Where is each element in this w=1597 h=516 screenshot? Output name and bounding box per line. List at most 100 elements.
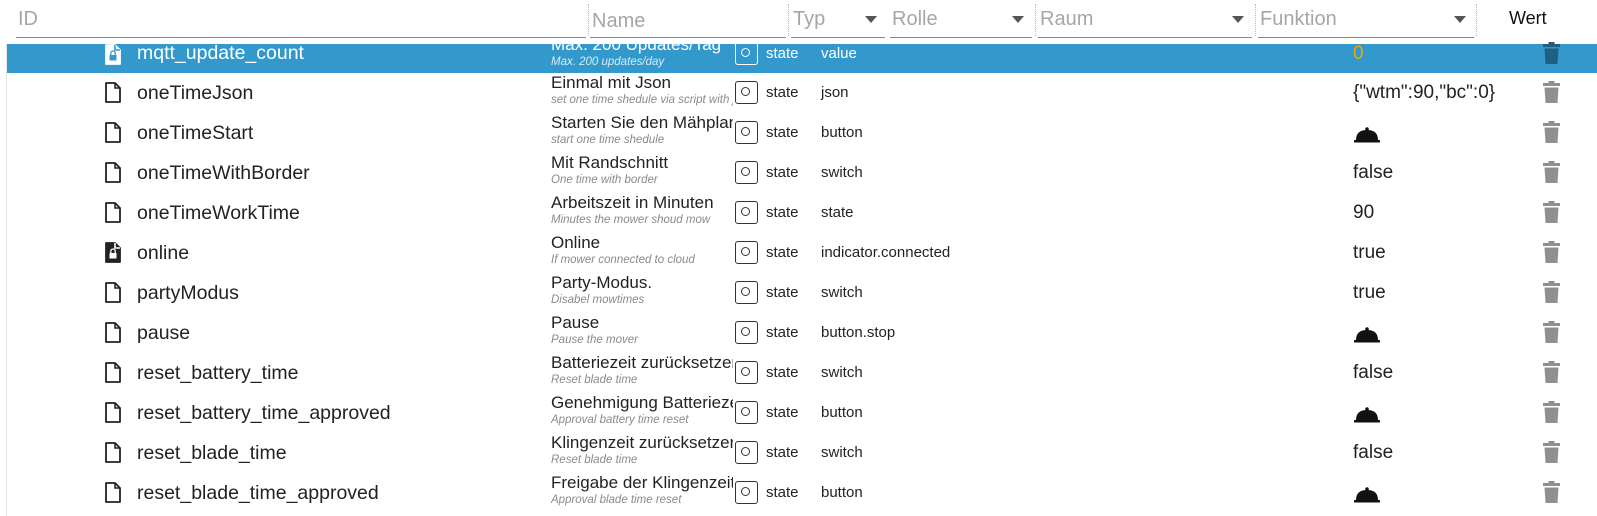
object-name: Online	[551, 233, 601, 252]
table-row[interactable]: mqtt_update_count Max. 200 Updates/Tag Max…	[7, 35, 1597, 73]
object-description: Reset blade time	[551, 374, 638, 386]
object-id: oneTimeStart	[137, 122, 254, 144]
column-divider	[588, 4, 589, 36]
chevron-down-icon	[1232, 16, 1244, 23]
object-id: online	[137, 242, 190, 264]
circle-button-icon[interactable]	[735, 361, 758, 384]
table-row[interactable]: reset_battery_time_approved Genehmigung B…	[7, 393, 1597, 433]
circle-button-icon[interactable]	[735, 121, 758, 144]
object-description: If mower connected to cloud	[551, 254, 695, 266]
table-row[interactable]: oneTimeStart Starten Sie den Mähplan start…	[7, 113, 1597, 153]
trash-icon[interactable]	[1543, 42, 1560, 69]
bell-button-icon[interactable]	[1353, 407, 1381, 428]
object-name: Party-Modus.	[551, 273, 653, 292]
object-description: One time with border	[551, 174, 658, 186]
trash-icon[interactable]	[1543, 321, 1560, 348]
file-icon	[105, 282, 121, 303]
rolle-filter-label: Rolle	[892, 8, 938, 30]
object-role: button	[821, 124, 863, 141]
trash-icon[interactable]	[1543, 201, 1560, 228]
object-name: Freigabe der Klingenzeit	[551, 473, 733, 492]
object-description: Max. 200 updates/day	[551, 56, 665, 68]
trash-icon[interactable]	[1543, 241, 1560, 268]
table-row[interactable]: oneTimeWithBorder Mit Randschnitt One time…	[7, 153, 1597, 193]
trash-icon[interactable]	[1543, 161, 1560, 188]
bell-button-icon[interactable]	[1353, 127, 1381, 148]
table-row[interactable]: reset_blade_time_approved Freigabe der Kl…	[7, 473, 1597, 513]
object-value[interactable]: false	[1353, 442, 1393, 464]
circle-button-icon[interactable]	[735, 441, 758, 464]
object-role: button	[821, 404, 863, 421]
object-role: button.stop	[821, 324, 896, 341]
object-role: indicator.connected	[821, 244, 951, 261]
object-role: switch	[821, 284, 863, 301]
object-role: button	[821, 484, 863, 501]
typ-filter-select[interactable]: Typ	[791, 2, 885, 38]
object-description: Approval blade time reset	[551, 494, 682, 506]
table-row[interactable]: partyModus Party-Modus. Disabel mowtimes st…	[7, 273, 1597, 313]
circle-button-icon[interactable]	[735, 42, 758, 65]
object-value[interactable]: false	[1353, 162, 1393, 184]
object-value[interactable]: 90	[1353, 202, 1374, 224]
circle-button-icon[interactable]	[735, 161, 758, 184]
object-value[interactable]: true	[1353, 282, 1386, 304]
object-type: state	[766, 284, 799, 301]
table-row[interactable]: pause Pause Pause the mover state button.sto…	[7, 313, 1597, 353]
object-id: oneTimeWithBorder	[137, 162, 310, 184]
name-filter-input[interactable]: Name	[590, 2, 786, 38]
object-role: switch	[821, 364, 863, 381]
object-id: reset_blade_time_approved	[137, 482, 379, 504]
bell-button-icon[interactable]	[1353, 327, 1381, 348]
locked-file-icon	[105, 242, 121, 263]
table-row[interactable]: oneTimeWorkTime Arbeitszeit in Minuten Min…	[7, 193, 1597, 233]
object-type: state	[766, 404, 799, 421]
trash-icon[interactable]	[1543, 401, 1560, 428]
raum-filter-label: Raum	[1040, 8, 1094, 30]
object-name: Einmal mit Json	[551, 73, 671, 92]
id-filter-placeholder: ID	[18, 8, 38, 30]
table-row[interactable]: online Online If mower connected to cloud s…	[7, 233, 1597, 273]
raum-filter-select[interactable]: Raum	[1038, 2, 1252, 38]
trash-icon[interactable]	[1543, 121, 1560, 148]
object-name: Genehmigung Batteriezeit	[551, 393, 733, 412]
object-description: Pause the mover	[551, 334, 638, 346]
object-role: state	[821, 204, 854, 221]
table-row[interactable]: reset_blade_time Klingenzeit zurücksetzen…	[7, 433, 1597, 473]
circle-button-icon[interactable]	[735, 201, 758, 224]
trash-icon[interactable]	[1543, 481, 1560, 508]
id-filter-input[interactable]: ID	[16, 2, 586, 38]
file-icon	[105, 322, 121, 343]
object-value[interactable]: 0	[1353, 43, 1364, 65]
trash-icon[interactable]	[1543, 361, 1560, 388]
table-row[interactable]: reset_battery_time Batteriezeit zurückset…	[7, 353, 1597, 393]
object-role: value	[821, 45, 857, 62]
circle-button-icon[interactable]	[735, 81, 758, 104]
object-name: Batteriezeit zurücksetzen	[551, 353, 733, 372]
object-value[interactable]: true	[1353, 242, 1386, 264]
object-id: mqtt_update_count	[137, 42, 304, 64]
funktion-filter-select[interactable]: Funktion	[1258, 2, 1474, 38]
file-icon	[105, 82, 121, 103]
trash-icon[interactable]	[1543, 81, 1560, 108]
object-id: pause	[137, 322, 191, 344]
object-value[interactable]: false	[1353, 362, 1393, 384]
circle-button-icon[interactable]	[735, 281, 758, 304]
object-id: partyModus	[137, 282, 239, 304]
object-type: state	[766, 164, 799, 181]
trash-icon[interactable]	[1543, 281, 1560, 308]
locked-file-icon	[105, 44, 121, 65]
object-type: state	[766, 84, 799, 101]
chevron-down-icon	[1454, 16, 1466, 23]
rolle-filter-select[interactable]: Rolle	[890, 2, 1032, 38]
object-id: reset_battery_time	[137, 362, 299, 384]
circle-button-icon[interactable]	[735, 401, 758, 424]
circle-button-icon[interactable]	[735, 241, 758, 264]
trash-icon[interactable]	[1543, 441, 1560, 468]
circle-button-icon[interactable]	[735, 321, 758, 344]
table-row[interactable]: oneTimeJson Einmal mit Json set one time s…	[7, 73, 1597, 113]
chevron-down-icon	[865, 16, 877, 23]
circle-button-icon[interactable]	[735, 481, 758, 504]
object-value[interactable]: {"wtm":90,"bc":0}	[1353, 82, 1495, 104]
bell-button-icon[interactable]	[1353, 487, 1381, 508]
column-divider	[1476, 4, 1477, 36]
